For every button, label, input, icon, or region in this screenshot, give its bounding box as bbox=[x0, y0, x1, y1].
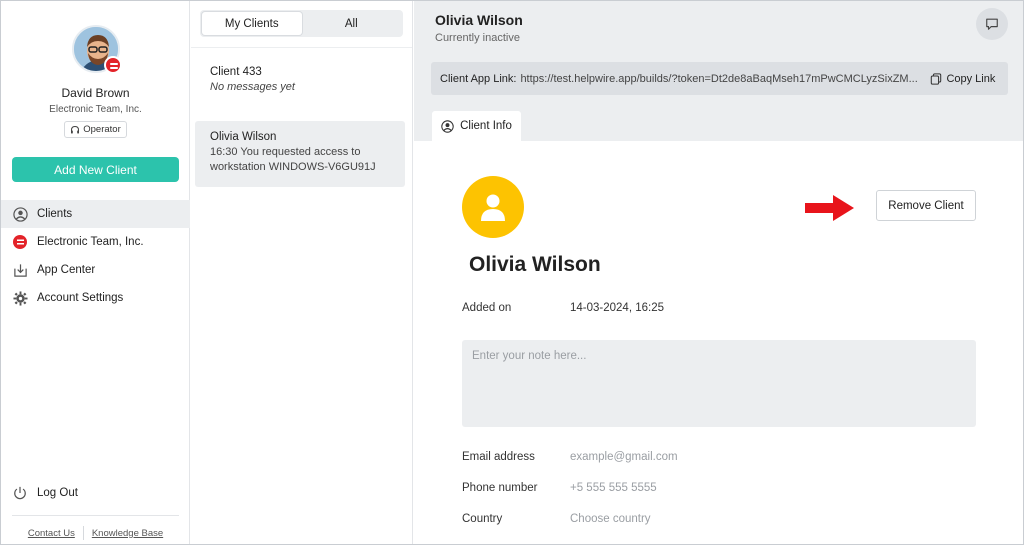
client-name: Client 433 bbox=[210, 66, 262, 78]
sidebar-item-clients[interactable]: Clients bbox=[1, 200, 190, 228]
client-filter-toggle: My Clients All bbox=[200, 10, 403, 37]
country-label: Country bbox=[462, 513, 503, 525]
client-detail-panel: Olivia Wilson Currently inactive Client … bbox=[414, 1, 1023, 544]
user-name: David Brown bbox=[61, 86, 130, 100]
arrow-right-icon bbox=[805, 195, 854, 221]
tab-my-clients[interactable]: My Clients bbox=[202, 12, 302, 35]
page-title: Olivia Wilson bbox=[435, 12, 523, 28]
sidebar-item-label: Electronic Team, Inc. bbox=[37, 236, 144, 248]
tab-label: Client Info bbox=[460, 120, 512, 132]
sidebar-item-account-settings[interactable]: Account Settings bbox=[1, 284, 190, 312]
chat-bubble-icon bbox=[986, 18, 998, 30]
client-last-message: No messages yet bbox=[210, 81, 295, 93]
role-label: Operator bbox=[83, 124, 121, 135]
client-avatar bbox=[462, 176, 524, 238]
client-last-message: 16:30 You requested access to workstatio… bbox=[210, 146, 376, 173]
copy-link-label: Copy Link bbox=[946, 72, 996, 85]
logout-button[interactable]: Log Out bbox=[12, 485, 78, 501]
chat-button[interactable] bbox=[976, 8, 1008, 40]
knowledge-base-link[interactable]: Knowledge Base bbox=[92, 528, 163, 539]
sidebar-item-label: Clients bbox=[37, 208, 73, 220]
added-on-label: Added on bbox=[462, 302, 512, 314]
client-app-link[interactable]: https://test.helpwire.app/builds/?token=… bbox=[520, 73, 923, 85]
client-name-heading: Olivia Wilson bbox=[469, 253, 601, 276]
email-field[interactable]: example@gmail.com bbox=[570, 451, 678, 463]
copy-link-button[interactable]: Copy Link bbox=[930, 73, 995, 85]
logout-label: Log Out bbox=[37, 487, 78, 499]
note-field[interactable] bbox=[462, 340, 976, 427]
sidebar-nav: Clients Electronic Team, Inc. App Center… bbox=[1, 200, 190, 312]
client-list-panel: My Clients All Client 433 No messages ye… bbox=[191, 1, 413, 544]
org-badge-icon bbox=[104, 56, 122, 74]
role-badge: Operator bbox=[64, 121, 127, 138]
list-item[interactable]: Client 433 No messages yet bbox=[195, 59, 405, 111]
detail-header: Olivia Wilson Currently inactive Client … bbox=[414, 1, 1023, 141]
download-icon bbox=[12, 262, 28, 278]
tab-client-info[interactable]: Client Info bbox=[432, 111, 521, 141]
phone-field[interactable]: +5 555 555 5555 bbox=[570, 482, 657, 494]
divider bbox=[12, 515, 179, 516]
footer-links: Contact Us Knowledge Base bbox=[1, 526, 190, 540]
list-header: My Clients All bbox=[191, 1, 412, 48]
tab-all[interactable]: All bbox=[302, 12, 402, 35]
contact-us-link[interactable]: Contact Us bbox=[28, 528, 75, 539]
user-circle-icon bbox=[441, 119, 454, 133]
status-text: Currently inactive bbox=[435, 32, 520, 44]
power-icon bbox=[12, 485, 28, 501]
sidebar-item-label: Account Settings bbox=[37, 292, 124, 304]
added-on-value: 14-03-2024, 16:25 bbox=[570, 302, 664, 314]
link-label: Client App Link: bbox=[440, 72, 517, 85]
gear-icon bbox=[12, 290, 28, 306]
client-name: Olivia Wilson bbox=[210, 131, 277, 143]
headset-icon bbox=[71, 125, 80, 133]
sidebar-item-organization[interactable]: Electronic Team, Inc. bbox=[1, 228, 190, 256]
phone-label: Phone number bbox=[462, 482, 538, 494]
sidebar-item-label: App Center bbox=[37, 264, 96, 276]
country-select[interactable]: Choose country bbox=[570, 513, 651, 525]
sidebar-item-app-center[interactable]: App Center bbox=[1, 256, 190, 284]
add-new-client-button[interactable]: Add New Client bbox=[12, 157, 179, 182]
divider bbox=[82, 526, 84, 540]
sidebar: David Brown Electronic Team, Inc. Operat… bbox=[1, 1, 190, 544]
user-silhouette-icon bbox=[481, 194, 505, 221]
org-logo-icon bbox=[12, 234, 28, 250]
list-item[interactable]: Olivia Wilson 16:30 You requested access… bbox=[195, 121, 405, 187]
user-org: Electronic Team, Inc. bbox=[49, 104, 142, 115]
client-app-link-bar: Client App Link: https://test.helpwire.a… bbox=[431, 62, 1008, 95]
copy-icon bbox=[931, 72, 942, 85]
user-circle-icon bbox=[12, 206, 28, 222]
remove-client-button[interactable]: Remove Client bbox=[876, 190, 976, 221]
email-label: Email address bbox=[462, 451, 535, 463]
